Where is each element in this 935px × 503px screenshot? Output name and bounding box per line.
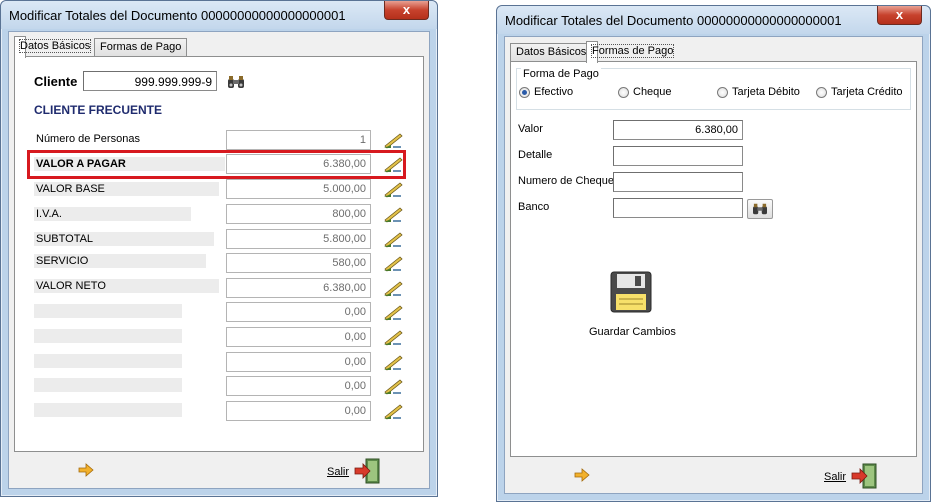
radio-cheque-indicator	[618, 86, 629, 98]
right-bottom-bar: Salir	[510, 462, 917, 494]
detalle-label: Detalle	[518, 149, 553, 161]
forward-arrow-icon[interactable]	[78, 463, 94, 477]
valor-base-input[interactable]: 5.000,00	[226, 179, 371, 199]
edit-pencil-icon[interactable]	[382, 130, 404, 150]
radio-tarjeta-debito-label: Tarjeta Débito	[732, 86, 800, 98]
valor-label: Valor	[518, 123, 543, 135]
cliente-label: Cliente	[34, 74, 78, 89]
edit-pencil-icon[interactable]	[382, 352, 404, 372]
numero-cheque-label: Numero de Cheque	[518, 175, 615, 187]
row-label-empty-3	[34, 354, 182, 368]
banco-label: Banco	[518, 201, 550, 213]
radio-tarjeta-credito-label: Tarjeta Crédito	[831, 86, 903, 98]
subtotal-input[interactable]: 5.800,00	[226, 229, 371, 249]
radio-tarjeta-credito[interactable]: Tarjeta Crédito	[816, 86, 903, 98]
left-tab-formas-de-pago[interactable]: Formas de Pago	[94, 38, 188, 57]
banco-input[interactable]	[613, 198, 743, 218]
exit-door-icon[interactable]	[850, 462, 878, 490]
forma-de-pago-group: Forma de Pago Efectivo Cheque Tarjeta Dé…	[516, 68, 911, 110]
row-label-iva: I.V.A.	[34, 207, 191, 221]
right-close-button[interactable]: x	[877, 6, 922, 25]
banco-search-button[interactable]	[747, 199, 773, 219]
right-tab-panel: Forma de Pago Efectivo Cheque Tarjeta Dé…	[510, 61, 917, 457]
valor-neto-input[interactable]: 6.380,00	[226, 278, 371, 298]
left-salir-label[interactable]: Salir	[327, 466, 349, 478]
empty-value-input-2[interactable]: 0,00	[226, 327, 371, 347]
empty-value-input-5[interactable]: 0,00	[226, 401, 371, 421]
radio-efectivo-indicator	[519, 86, 530, 98]
valor-a-pagar-highlight-box	[27, 150, 406, 179]
left-window-title: Modificar Totales del Documento 00000000…	[9, 8, 346, 23]
edit-pencil-icon[interactable]	[382, 229, 404, 249]
forward-arrow-icon[interactable]	[574, 468, 590, 482]
left-tab-datos-basicos[interactable]: Datos Básicos	[14, 36, 92, 58]
radio-efectivo-label: Efectivo	[534, 86, 574, 98]
row-label-empty-1	[34, 304, 182, 318]
left-client-area: Datos Básicos Formas de Pago Cliente 999…	[8, 31, 430, 489]
edit-pencil-icon[interactable]	[382, 278, 404, 298]
row-label-empty-5	[34, 403, 182, 417]
right-window-title: Modificar Totales del Documento 00000000…	[505, 13, 842, 28]
row-label-numero-personas: Número de Personas	[36, 133, 140, 145]
left-tab-panel: Cliente 999.999.999-9 CLIENTE FRECUENTE …	[14, 56, 424, 452]
save-floppy-icon[interactable]	[609, 270, 653, 314]
cliente-frecuente-label: CLIENTE FRECUENTE	[34, 103, 163, 117]
valor-input[interactable]: 6.380,00	[613, 120, 743, 140]
right-dialog-window: Modificar Totales del Documento 00000000…	[496, 5, 931, 502]
row-label-empty-2	[34, 329, 182, 343]
binoculars-search-icon[interactable]	[226, 74, 246, 90]
iva-input[interactable]: 800,00	[226, 204, 371, 224]
edit-pencil-icon[interactable]	[382, 401, 404, 421]
edit-pencil-icon[interactable]	[382, 253, 404, 273]
left-dialog-window: Modificar Totales del Documento 00000000…	[0, 0, 438, 497]
right-tab-datos-basicos[interactable]: Datos Básicos	[510, 43, 593, 62]
radio-cheque-label: Cheque	[633, 86, 672, 98]
right-tab-formas-de-pago[interactable]: Formas de Pago	[586, 41, 675, 63]
empty-value-input-1[interactable]: 0,00	[226, 302, 371, 322]
cliente-input[interactable]: 999.999.999-9	[83, 71, 217, 91]
edit-pencil-icon[interactable]	[382, 376, 404, 396]
right-client-area: Datos Básicos Formas de Pago Forma de Pa…	[504, 36, 923, 494]
empty-value-input-4[interactable]: 0,00	[226, 376, 371, 396]
edit-pencil-icon[interactable]	[382, 179, 404, 199]
edit-pencil-icon[interactable]	[382, 327, 404, 347]
right-title-bar[interactable]: Modificar Totales del Documento 00000000…	[497, 6, 930, 34]
row-label-empty-4	[34, 378, 182, 392]
row-label-valor-base: VALOR BASE	[34, 182, 219, 196]
exit-door-icon[interactable]	[353, 457, 381, 485]
empty-value-input-3[interactable]: 0,00	[226, 352, 371, 372]
radio-cheque[interactable]: Cheque	[618, 86, 672, 98]
right-salir-label[interactable]: Salir	[824, 471, 846, 483]
numero-cheque-input[interactable]	[613, 172, 743, 192]
radio-tarjeta-credito-indicator	[816, 86, 827, 98]
servicio-input[interactable]: 580,00	[226, 253, 371, 273]
radio-tarjeta-debito[interactable]: Tarjeta Débito	[717, 86, 800, 98]
radio-tarjeta-debito-indicator	[717, 86, 728, 98]
forma-de-pago-label: Forma de Pago	[521, 68, 601, 80]
row-label-servicio: SERVICIO	[34, 254, 206, 268]
row-label-valor-neto: VALOR NETO	[34, 279, 219, 293]
left-title-bar[interactable]: Modificar Totales del Documento 00000000…	[1, 1, 437, 29]
numero-personas-input[interactable]: 1	[226, 130, 371, 150]
edit-pencil-icon[interactable]	[382, 302, 404, 322]
left-close-button[interactable]: x	[384, 1, 429, 20]
row-label-subtotal: SUBTOTAL	[34, 232, 214, 246]
binoculars-search-icon	[753, 203, 767, 215]
left-bottom-bar: Salir	[14, 457, 424, 489]
radio-efectivo[interactable]: Efectivo	[519, 86, 573, 98]
edit-pencil-icon[interactable]	[382, 204, 404, 224]
guardar-cambios-label[interactable]: Guardar Cambios	[589, 326, 676, 338]
detalle-input[interactable]	[613, 146, 743, 166]
